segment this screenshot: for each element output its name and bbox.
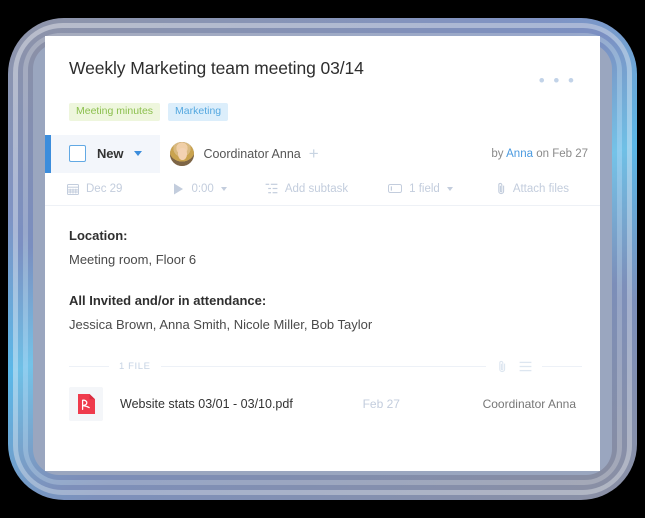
custom-fields-label: 1 field <box>409 182 440 195</box>
subtask-icon <box>265 183 278 194</box>
status-left-group: New <box>45 135 143 173</box>
attach-files-label: Attach files <box>512 182 570 195</box>
tag-list: Meeting minutes Marketing <box>69 103 576 121</box>
avatar-face <box>177 148 187 160</box>
pdf-file-icon <box>69 386 103 421</box>
meta-toolbar: Dec 29 0:00 Add subtask 1 field Attach f… <box>45 173 600 206</box>
byline-date: Feb 27 <box>552 147 588 160</box>
add-subtask-button[interactable]: Add subtask <box>265 183 348 195</box>
add-subtask-label: Add subtask <box>284 182 349 195</box>
files-actions <box>496 360 532 373</box>
files-count-label: 1 FILE <box>119 360 151 372</box>
field-icon <box>388 183 403 194</box>
tag-marketing[interactable]: Marketing <box>168 103 229 121</box>
file-list-item[interactable]: Website stats 03/01 - 03/10.pdf Feb 27 C… <box>45 373 600 421</box>
byline: by Anna on Feb 27 <box>491 148 588 160</box>
file-owner: Coordinator Anna <box>482 396 576 411</box>
card-header: Weekly Marketing team meeting 03/14 • • … <box>45 36 600 121</box>
location-label: Location: <box>69 227 128 243</box>
timer-chevron-down-icon[interactable] <box>220 186 227 191</box>
attendance-value: Jessica Brown, Anna Smith, Nicole Miller… <box>69 316 373 332</box>
attach-files-button[interactable]: Attach files <box>497 182 569 195</box>
due-date-label: Dec 29 <box>86 182 123 195</box>
divider-line <box>160 365 486 367</box>
byline-author-link[interactable]: Anna <box>506 148 533 160</box>
avatar[interactable] <box>170 141 195 166</box>
assignee-left-group: Coordinator Anna + <box>170 141 319 166</box>
byline-prefix: by <box>491 147 504 160</box>
file-date: Feb 27 <box>362 396 400 411</box>
files-section-divider: 1 FILE <box>69 360 582 373</box>
timer-label: 0:00 <box>191 182 214 195</box>
task-complete-checkbox[interactable] <box>69 145 86 162</box>
task-detail-card: Weekly Marketing team meeting 03/14 • • … <box>45 36 600 471</box>
status-row: New Coordinator Anna + by Anna on Feb 27 <box>45 134 600 173</box>
assignee-block: Coordinator Anna + by Anna on Feb 27 <box>160 134 600 173</box>
byline-middle: on <box>536 147 549 160</box>
calendar-icon <box>67 183 79 195</box>
attendance-label: All Invited and/or in attendance: <box>69 292 267 308</box>
title-row: Weekly Marketing team meeting 03/14 • • … <box>69 58 576 89</box>
assignee-name[interactable]: Coordinator Anna <box>203 147 300 161</box>
divider-line <box>69 365 109 367</box>
description-body: Location: Meeting room, Floor 6 All Invi… <box>45 206 600 332</box>
status-chevron-down-icon[interactable] <box>134 151 143 156</box>
paperclip-icon <box>497 182 506 195</box>
tag-meeting-minutes[interactable]: Meeting minutes <box>69 103 161 121</box>
file-name[interactable]: Website stats 03/01 - 03/10.pdf <box>120 397 363 411</box>
list-view-icon[interactable] <box>519 361 532 372</box>
overflow-menu-icon[interactable]: • • • <box>539 58 576 89</box>
timer-button[interactable]: 0:00 <box>173 182 227 195</box>
location-value: Meeting room, Floor 6 <box>69 251 197 267</box>
divider-line <box>542 365 582 367</box>
fields-chevron-down-icon[interactable] <box>446 186 453 191</box>
page-title: Weekly Marketing team meeting 03/14 <box>69 58 364 78</box>
paperclip-icon[interactable] <box>498 360 507 373</box>
play-icon <box>173 183 184 195</box>
status-accent-bar <box>45 134 51 173</box>
add-assignee-icon[interactable]: + <box>309 145 319 162</box>
custom-fields-button[interactable]: 1 field <box>388 183 453 195</box>
due-date-button[interactable]: Dec 29 <box>67 183 122 195</box>
status-label[interactable]: New <box>97 146 124 161</box>
